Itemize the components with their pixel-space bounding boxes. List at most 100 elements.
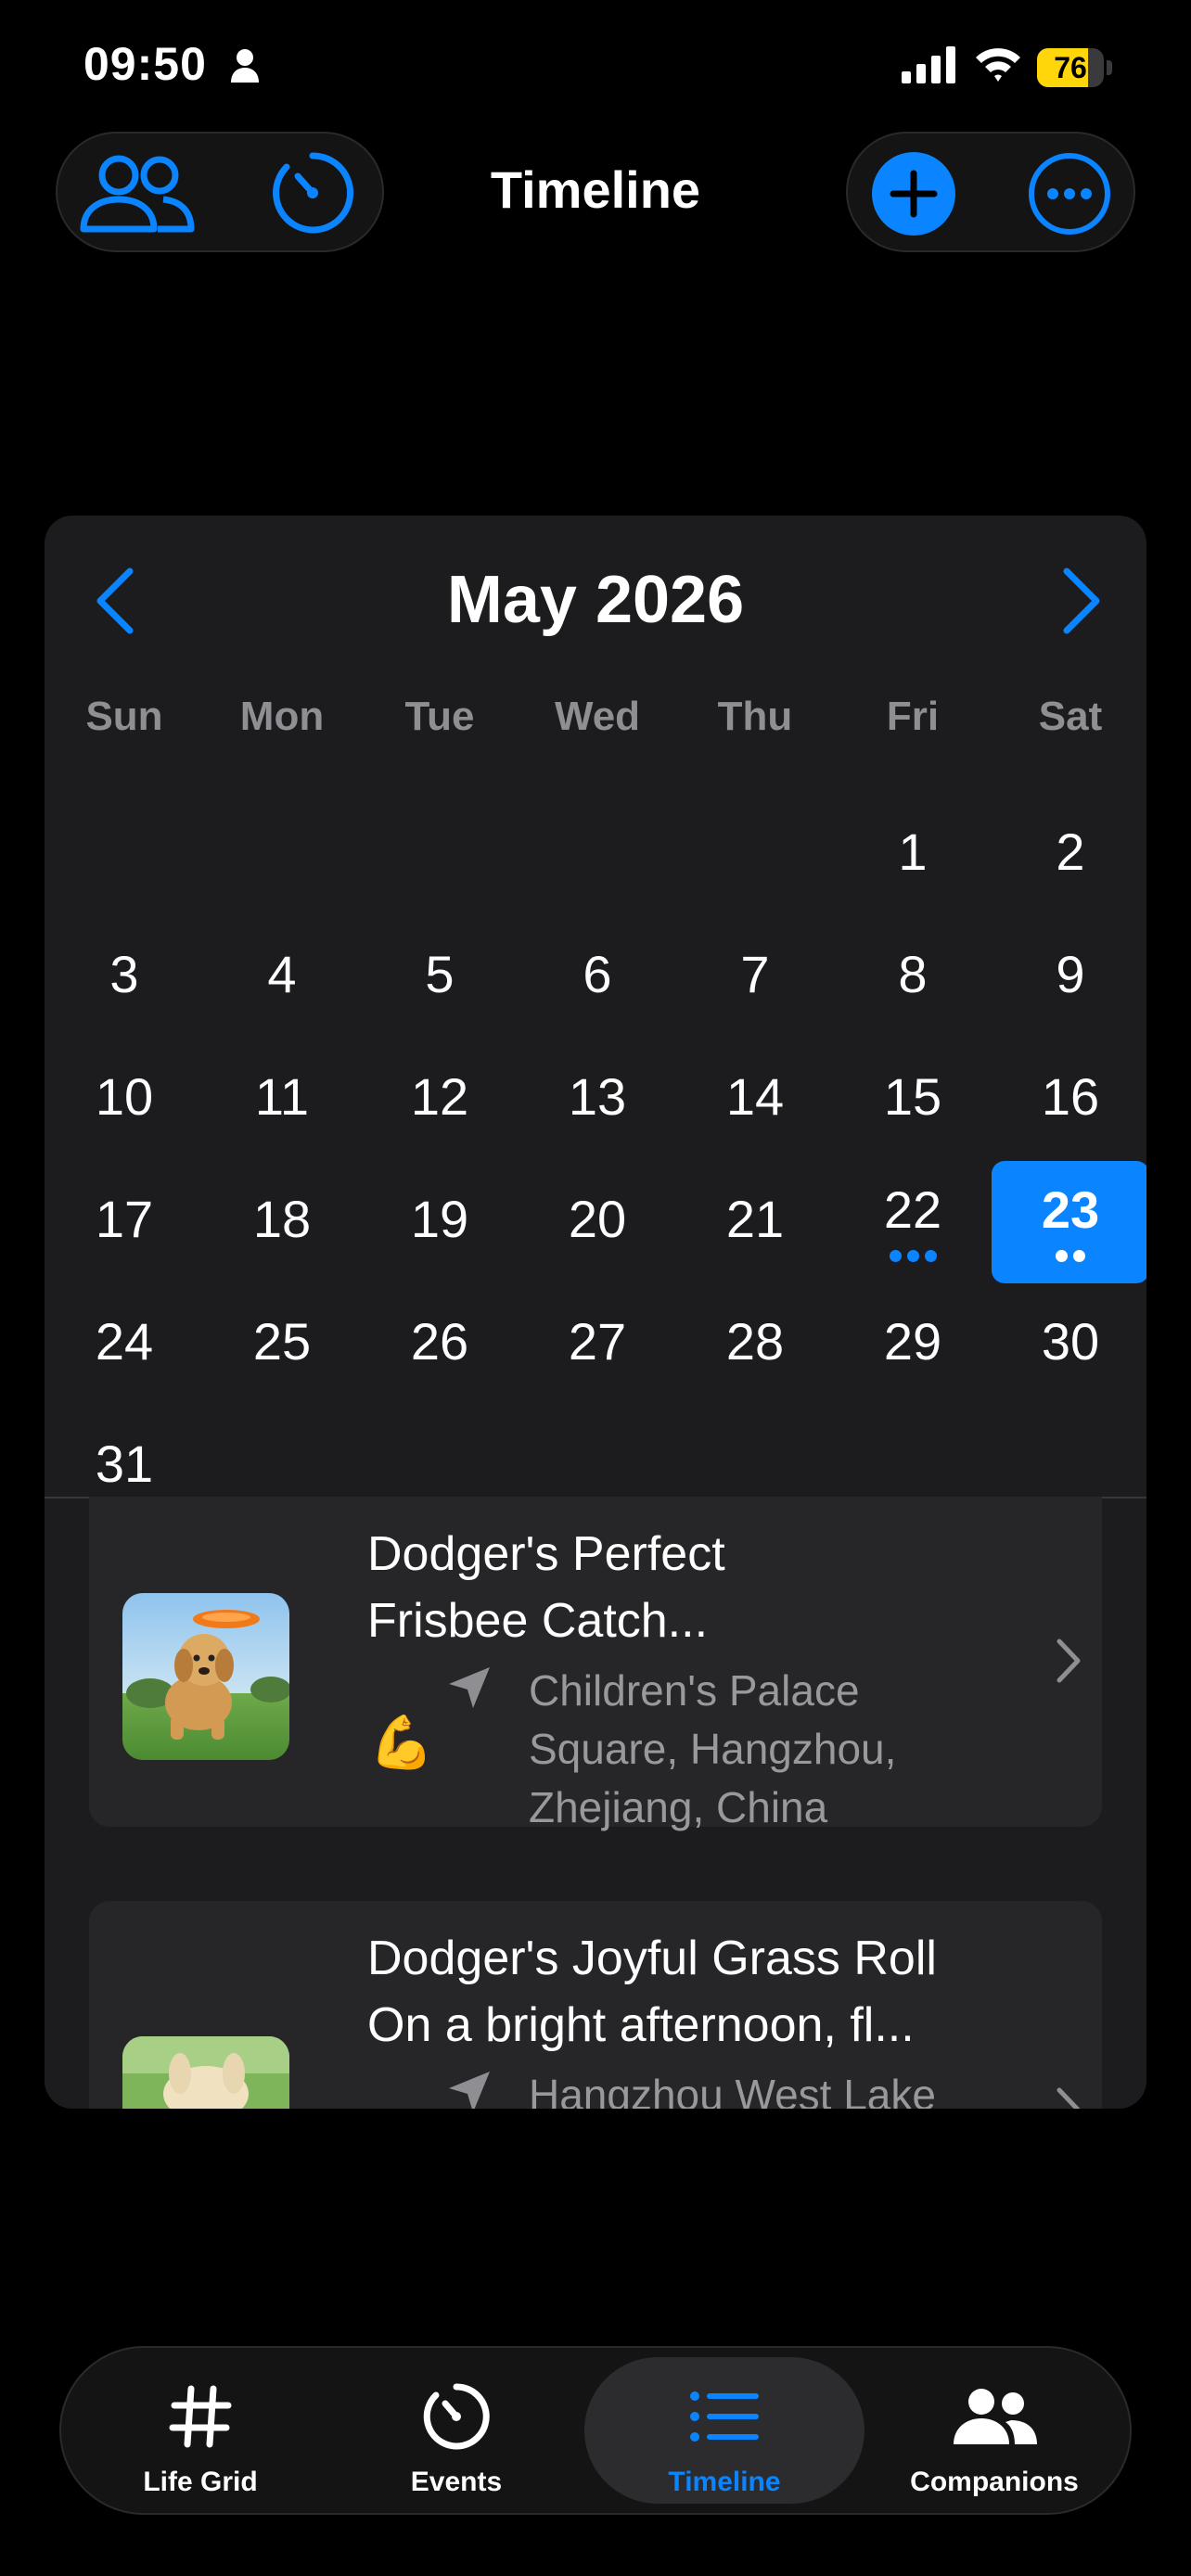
dog-frisbee-photo xyxy=(122,1593,289,1760)
tab-label: Events xyxy=(410,2467,503,2497)
weekday-label: Thu xyxy=(717,694,793,739)
weekday-label: Wed xyxy=(554,694,641,739)
calendar-day[interactable]: 1 xyxy=(834,794,992,916)
companions-icon xyxy=(80,155,195,233)
location-arrow-icon xyxy=(449,1667,490,1708)
day-number: 27 xyxy=(568,1312,627,1371)
day-number: 12 xyxy=(410,1067,469,1126)
calendar-day[interactable]: 29 xyxy=(834,1283,992,1406)
day-number: 30 xyxy=(1041,1312,1100,1371)
calendar-header: May 2026 xyxy=(45,553,1146,645)
weekday-label: Sat xyxy=(1038,694,1103,739)
calendar-day[interactable]: 30 xyxy=(992,1283,1146,1406)
timeline-entry[interactable]: Dodger's Perfect Frisbee Catch... 💪 Chil… xyxy=(89,1497,1102,1831)
day-number: 23 xyxy=(1041,1180,1100,1239)
calendar-day[interactable]: 25 xyxy=(203,1283,361,1406)
more-button[interactable] xyxy=(1026,150,1113,237)
day-number: 13 xyxy=(568,1067,627,1126)
day-number: 24 xyxy=(95,1312,154,1371)
calendar-day[interactable]: 15 xyxy=(834,1039,992,1161)
calendar-day[interactable]: 20 xyxy=(519,1161,676,1283)
event-dot xyxy=(906,1250,919,1262)
day-number: 19 xyxy=(410,1190,469,1248)
month-title: May 2026 xyxy=(446,563,745,637)
calendar-day[interactable]: 8 xyxy=(834,916,992,1039)
event-dot xyxy=(1056,1250,1068,1262)
calendar-day[interactable]: 5 xyxy=(361,916,519,1039)
add-icon xyxy=(872,152,955,236)
calendar-day[interactable]: 14 xyxy=(676,1039,834,1161)
chevron-right-icon xyxy=(1057,2087,1081,2109)
cellular-signal-icon xyxy=(902,46,955,83)
entry-title-line: Dodger's Joyful Grass Roll xyxy=(367,1932,937,1985)
status-bar: 09:50 76 xyxy=(0,0,1191,139)
calendar-day[interactable]: 6 xyxy=(519,916,676,1039)
calendar-day[interactable]: 28 xyxy=(676,1283,834,1406)
day-number: 21 xyxy=(725,1190,785,1248)
dog-grass-photo xyxy=(122,2036,289,2109)
previous-month-button[interactable] xyxy=(85,566,150,636)
day-number: 10 xyxy=(95,1067,154,1126)
day-number: 20 xyxy=(568,1190,627,1248)
add-button[interactable] xyxy=(870,150,957,237)
hashtag-icon xyxy=(169,2385,232,2448)
day-number: 7 xyxy=(740,945,770,1003)
day-number: 16 xyxy=(1041,1067,1100,1126)
entry-location-line: Children's Palace xyxy=(529,1666,860,1715)
event-dot xyxy=(924,1250,937,1262)
calendar-day[interactable]: 12 xyxy=(361,1039,519,1161)
calendar-day[interactable]: 18 xyxy=(203,1161,361,1283)
calendar-day[interactable]: 3 xyxy=(45,916,203,1039)
calendar-day[interactable]: 7 xyxy=(676,916,834,1039)
day-number: 28 xyxy=(725,1312,785,1371)
calendar-day[interactable]: 26 xyxy=(361,1283,519,1406)
calendar-day[interactable]: 13 xyxy=(519,1039,676,1161)
calendar-day[interactable]: 22 xyxy=(834,1161,992,1283)
calendar-day[interactable]: 21 xyxy=(676,1161,834,1283)
calendar-day[interactable]: 4 xyxy=(203,916,361,1039)
calendar-day[interactable]: 2 xyxy=(992,794,1146,916)
day-number: 22 xyxy=(883,1180,942,1239)
day-number: 3 xyxy=(109,945,139,1003)
mood-emoji: 💪 xyxy=(369,1713,434,1771)
event-dot xyxy=(889,1250,902,1262)
timer-button[interactable] xyxy=(262,147,364,239)
calendar-day[interactable]: 11 xyxy=(203,1039,361,1161)
weekday-label: Fri xyxy=(886,694,940,739)
entry-location-line: Square, Hangzhou, xyxy=(529,1725,897,1773)
day-number: 4 xyxy=(267,945,297,1003)
page-title: Timeline xyxy=(490,160,701,219)
tab-label: Companions xyxy=(910,2467,1079,2497)
calendar-day[interactable]: 27 xyxy=(519,1283,676,1406)
tab-companions[interactable]: Companions xyxy=(874,2348,1115,2513)
calendar-card: May 2026 Sun Mon Tue Wed Thu Fri Sat 123456789… xyxy=(45,516,1146,2109)
calendar-day[interactable]: 10 xyxy=(45,1039,203,1161)
day-number: 11 xyxy=(254,1067,310,1126)
calendar-day[interactable]: 24 xyxy=(45,1283,203,1406)
entry-title: Dodger's Joyful Grass Roll On a bright a… xyxy=(367,1925,1035,2059)
day-number: 18 xyxy=(252,1190,312,1248)
chevron-right-icon xyxy=(1057,1639,1081,1683)
day-number: 6 xyxy=(583,945,612,1003)
event-dots xyxy=(834,1250,992,1262)
weekday-label: Mon xyxy=(239,694,325,739)
person-icon xyxy=(231,49,259,83)
more-icon xyxy=(1029,153,1110,235)
event-dot xyxy=(1073,1250,1085,1262)
calendar-day[interactable]: 16 xyxy=(992,1039,1146,1161)
timer-icon xyxy=(423,2383,490,2450)
tab-events[interactable]: Events xyxy=(336,2348,577,2513)
companions-button[interactable] xyxy=(76,147,197,239)
calendar-day[interactable]: 17 xyxy=(45,1161,203,1283)
next-month-button[interactable] xyxy=(1046,566,1111,636)
timeline-entry[interactable]: Dodger's Joyful Grass Roll On a bright a… xyxy=(89,1901,1102,2109)
tab-label: Life Grid xyxy=(143,2467,258,2497)
tab-timeline[interactable]: Timeline xyxy=(590,2348,859,2513)
calendar-day-selected[interactable]: 23 xyxy=(992,1161,1146,1283)
day-number: 2 xyxy=(1056,823,1085,881)
tab-life-grid[interactable]: Life Grid xyxy=(80,2348,321,2513)
calendar-day[interactable]: 9 xyxy=(992,916,1146,1039)
calendar-day[interactable]: 19 xyxy=(361,1161,519,1283)
entry-location: Children's Palace Square, Hangzhou, Zhej… xyxy=(529,1662,1011,1837)
tab-bar: Life Grid Events Timeline Companions xyxy=(59,2346,1132,2515)
